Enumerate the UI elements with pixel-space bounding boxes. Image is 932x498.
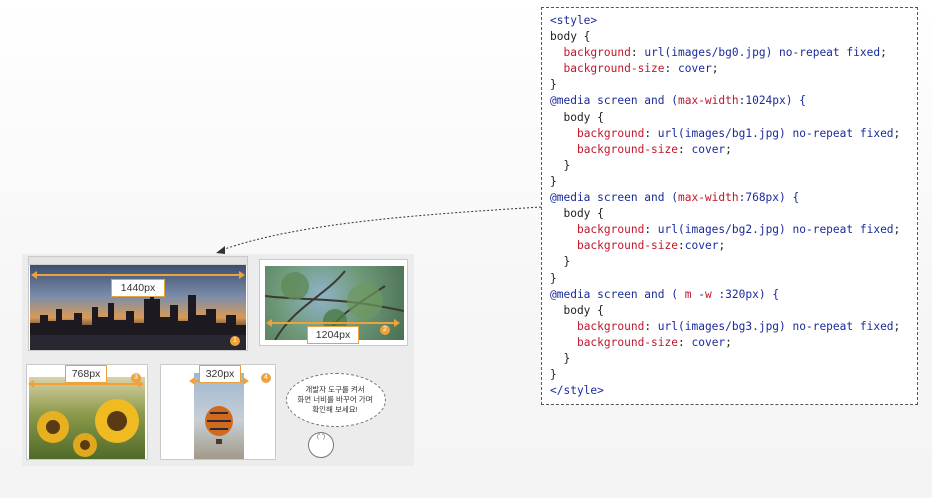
code-line: body { — [550, 30, 591, 44]
code-line: </style> — [550, 384, 604, 398]
badge-4: 4 — [261, 373, 271, 383]
code-line: } — [550, 78, 557, 92]
code-line: } — [550, 174, 557, 188]
arrow-head-icon — [216, 246, 225, 254]
preview-1204: 1204px 2 — [259, 259, 408, 346]
code-line: background-size: cover; — [563, 62, 719, 76]
code-line: background: url(images/bg2.jpg) no-repea… — [576, 223, 901, 237]
code-line: body { — [550, 207, 604, 221]
city-skyline-image — [30, 265, 246, 350]
code-line: @media screen and (max-width:1024px) { — [550, 94, 806, 108]
bubble-text: 개발자 도구를 켜서 화면 너비를 바꾸어 가며 확인해 보세요! — [297, 385, 373, 414]
width-label-1440: 1440px — [111, 279, 165, 297]
badge-1: 1 — [230, 336, 240, 346]
code-line: } — [550, 158, 571, 172]
code-line: background-size: cover; — [576, 335, 732, 349]
code-line: background: url(images/bg1.jpg) no-repea… — [576, 126, 901, 140]
code-line: } — [550, 368, 557, 382]
code-line: background-size:cover; — [576, 239, 726, 253]
code-line: } — [550, 271, 557, 285]
balloon-image — [194, 373, 244, 459]
code-line: background: url(images/bg0.jpg) no-repea… — [563, 46, 887, 60]
sunflower-image — [29, 377, 145, 459]
badge-2: 2 — [380, 325, 390, 335]
width-label-320: 320px — [199, 365, 241, 383]
code-line: @media screen and (max-width:768px) { — [550, 191, 800, 205]
width-label-768: 768px — [65, 365, 107, 383]
preview-1440: 1440px 1 — [28, 256, 248, 351]
code-line: <style> — [550, 14, 598, 27]
code-line: } — [550, 255, 571, 269]
code-line: background-size: cover; — [576, 142, 732, 156]
character-icon: (' ') — [308, 432, 334, 458]
badge-3: 3 — [131, 373, 141, 383]
code-line: body { — [550, 110, 604, 124]
preview-768: 768px 3 — [26, 364, 148, 460]
code-line: } — [550, 351, 571, 365]
css-code-box: <style> body { background: url(images/bg0… — [541, 7, 918, 405]
code-line: background: url(images/bg3.jpg) no-repea… — [576, 319, 901, 333]
code-line: @media screen and ( m -w :320px) { — [550, 287, 780, 301]
width-label-1204: 1204px — [307, 326, 359, 344]
preview-320: 320px 4 — [160, 364, 276, 460]
css-code: <style> body { background: url(images/bg0… — [550, 13, 917, 399]
code-line: body { — [550, 303, 604, 317]
